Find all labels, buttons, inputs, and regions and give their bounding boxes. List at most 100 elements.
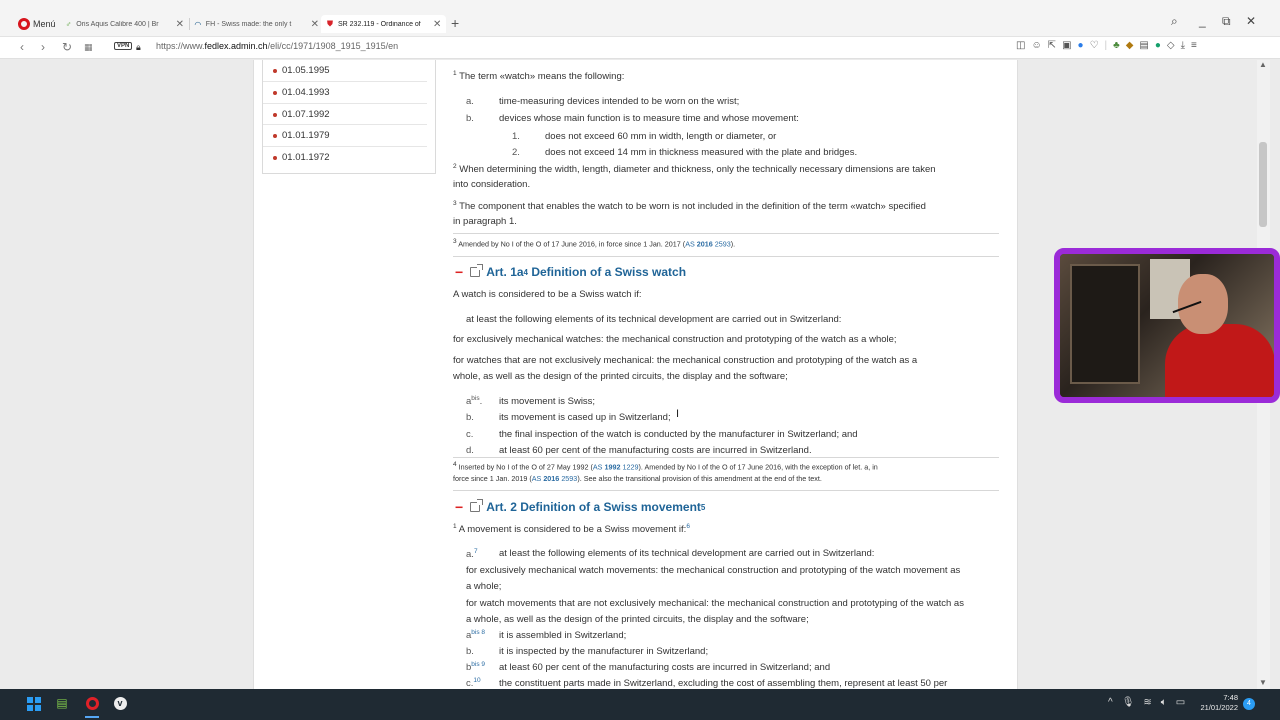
menu-label: Menú: [33, 19, 56, 29]
collapse-icon[interactable]: −: [455, 264, 463, 280]
tab-title: FH - Swiss made: the only t: [205, 20, 292, 28]
oris-icon: ♂: [65, 19, 72, 29]
scroll-up-icon[interactable]: ▲: [1259, 60, 1267, 69]
back-icon[interactable]: ‹: [20, 40, 24, 54]
art1a-intro: A watch is considered to be a Swiss watc…: [453, 289, 642, 300]
art1a-mech: for exclusively mechanical watches: the …: [453, 334, 897, 345]
art1a-item-b-text: its movement is cased up in Switzerland;: [499, 412, 671, 423]
notification-badge[interactable]: 4: [1243, 698, 1255, 710]
art2-intro: 1 A movement is considered to be a Swiss…: [453, 523, 690, 536]
forward-icon[interactable]: ›: [41, 40, 45, 54]
reload-icon[interactable]: ↻: [62, 40, 72, 54]
chevron-up-icon[interactable]: ^: [1108, 697, 1113, 708]
tab-oris[interactable]: ♂ Oris Aquis Calibre 400 | Br ✕: [64, 15, 184, 33]
clock[interactable]: 7:48 21/01/2022: [1194, 693, 1238, 713]
speed-dial-icon[interactable]: ▦: [84, 42, 93, 53]
art2-item-bbis-label: bbis 9: [466, 661, 486, 674]
art1-sub1-text: does not exceed 60 mm in width, length o…: [545, 131, 777, 142]
close-icon[interactable]: ✕: [176, 19, 184, 30]
version-item[interactable]: 01.01.1979: [263, 125, 427, 148]
url-field[interactable]: https://www.fedlex.admin.ch/eli/cc/1971/…: [156, 41, 398, 51]
art1-para3-cont: in paragraph 1.: [453, 216, 517, 227]
camera-icon[interactable]: ▣: [1062, 40, 1071, 51]
lock-icon[interactable]: 🔒︎: [136, 42, 141, 53]
share-icon[interactable]: ⇱: [1048, 40, 1056, 51]
external-link-icon[interactable]: [470, 499, 484, 512]
tab-bar: [0, 0, 1280, 37]
webcam-overlay: [1054, 248, 1280, 403]
easy-setup-icon[interactable]: ≡: [1191, 40, 1197, 51]
new-tab-button[interactable]: +: [451, 15, 459, 31]
art2-nonmech: for watch movements that are not exclusi…: [466, 598, 964, 609]
footnote-3: 3 Amended by No I of the O of 17 June 20…: [453, 238, 736, 249]
snapshot-icon[interactable]: ◫: [1016, 40, 1025, 51]
art1-sub2-label: 2.: [512, 147, 520, 158]
art2-a-text: at least the following elements of its t…: [499, 548, 875, 559]
art1a-heading: − Art. 1a 4 Definition of a Swiss watch: [455, 264, 687, 280]
tab-fh[interactable]: ◠ FH - Swiss made: the only t ✕: [193, 15, 319, 33]
cube-icon[interactable]: ◇: [1167, 40, 1175, 51]
opera-logo-icon: [18, 18, 30, 30]
download-icon[interactable]: ⤓: [1181, 40, 1185, 51]
version-item[interactable]: 01.05.1995: [263, 60, 427, 82]
minimize-icon[interactable]: _: [1199, 14, 1206, 28]
art1-item-b-text: devices whose main function is to measur…: [499, 113, 799, 124]
art2-item-bbis-text: at least 60 per cent of the manufacturin…: [499, 662, 831, 673]
tab-title: Oris Aquis Calibre 400 | Br: [76, 20, 159, 28]
text-cursor-icon: I: [676, 408, 680, 420]
url-prefix: https://www.: [156, 41, 205, 51]
opera-taskbar-icon[interactable]: [83, 694, 101, 712]
extension-toolbar: ◫ ☺ ⇱ ▣ ● ♡ | ♣ ◆ ▤ ● ◇ ⤓ ≡: [1016, 40, 1197, 51]
extension-grey-icon[interactable]: ▤: [1139, 40, 1148, 51]
art1a-line-a: at least the following elements of its t…: [466, 314, 842, 325]
shield-icon[interactable]: ●: [1078, 40, 1084, 51]
version-item[interactable]: 01.07.1992: [263, 104, 427, 126]
close-window-icon[interactable]: ✕: [1246, 14, 1256, 28]
close-icon[interactable]: ✕: [433, 19, 441, 30]
vpn-badge[interactable]: VPN: [114, 42, 133, 50]
external-link-icon[interactable]: [470, 264, 484, 277]
footnote-4: 4 Inserted by No I of the O of 27 May 19…: [453, 461, 878, 472]
swiss-shield-icon: ⛊: [327, 19, 333, 28]
art1a-item-c-text: the final inspection of the watch is con…: [499, 429, 858, 440]
version-list: 01.05.1995 01.04.1993 01.07.1992 01.01.1…: [262, 60, 436, 174]
microphone-icon[interactable]: 🎙︎: [1122, 697, 1135, 708]
windows-start-icon[interactable]: [27, 697, 41, 711]
notepad-icon[interactable]: ▤: [53, 694, 71, 712]
wifi-icon[interactable]: ≋: [1143, 697, 1151, 708]
grammar-icon[interactable]: ●: [1155, 40, 1161, 51]
tab-fedlex[interactable]: ⛊ SR 232.119 - Ordinance of ✕: [321, 15, 446, 33]
scroll-down-icon[interactable]: ▼: [1259, 678, 1267, 687]
art2-mech: for exclusively mechanical watch movemen…: [466, 565, 961, 576]
footnote-link[interactable]: AS: [685, 239, 695, 248]
emoji-icon[interactable]: ☺: [1031, 40, 1041, 51]
art1-para3: 3 The component that enables the watch t…: [453, 200, 926, 213]
art2-item-c-text: the constituent parts made in Switzerlan…: [499, 678, 948, 689]
version-item[interactable]: 01.01.1972: [263, 147, 427, 169]
collapse-icon[interactable]: −: [455, 499, 463, 515]
url-path: /eli/cc/1971/1908_1915_1915/en: [267, 41, 399, 51]
fh-icon: ◠: [194, 19, 202, 29]
scrollbar-thumb[interactable]: [1259, 142, 1267, 227]
app-taskbar-icon[interactable]: v: [111, 694, 129, 712]
search-icon[interactable]: ⌕: [1171, 14, 1178, 29]
close-icon[interactable]: ✕: [311, 19, 319, 30]
art1a-item-d-label: d.: [466, 445, 474, 456]
restore-icon[interactable]: ⧉: [1222, 14, 1231, 29]
extension-icon[interactable]: ◆: [1126, 40, 1134, 51]
tab-title: SR 232.119 - Ordinance of: [338, 20, 421, 28]
art1a-item-b-label: b.: [466, 412, 474, 423]
art1-item-a-label: a.: [466, 96, 474, 107]
battery-icon[interactable]: ▭: [1176, 697, 1185, 708]
heart-icon[interactable]: ♡: [1090, 40, 1099, 51]
opera-menu-button[interactable]: Menú: [18, 15, 56, 33]
profile-icon[interactable]: ♣: [1113, 40, 1120, 51]
art1-para2: 2 When determining the width, length, di…: [453, 163, 936, 176]
speaker-icon[interactable]: 🔈︎: [1161, 697, 1167, 708]
art2-heading: − Art. 2 Definition of a Swiss movement 5: [455, 499, 706, 515]
footnote-4-cont: force since 1 Jan. 2019 (AS 2016 2593). …: [453, 474, 822, 483]
art1a-item-c-label: c.: [466, 429, 474, 440]
version-item[interactable]: 01.04.1993: [263, 82, 427, 104]
taskbar: [0, 689, 1280, 720]
url-domain: fedlex.admin.ch: [204, 41, 268, 51]
